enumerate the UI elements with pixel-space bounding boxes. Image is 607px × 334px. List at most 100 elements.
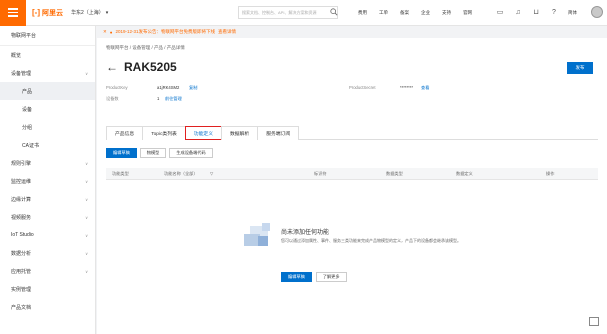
nav-official-site[interactable]: 官网 <box>463 10 472 16</box>
device-count-value: 1 <box>157 96 160 101</box>
sidebar-item-label: 视频服务 <box>11 214 32 221</box>
sidebar-item-label: 分组 <box>22 124 33 131</box>
feedback-icon[interactable] <box>589 317 599 326</box>
main-content: ✕ ● 2019-12-31发布公告：物联网平台免费版即将下线 查看详情 物联网… <box>97 26 607 334</box>
region-selector[interactable]: 华东2（上海） ▾ <box>71 9 108 17</box>
sidebar-item[interactable]: 产品文档 <box>0 298 95 316</box>
top-nav: 费用 工单 备案 企业 支持 官网 <box>358 0 472 26</box>
productkey-value: a1jRK4SM2 <box>157 85 180 90</box>
sidebar: 物联网平台 概览 设备管理 ∨ 产品 设备 分组 CA证书 规则引擎 ∨ 监控运维 ∨ 边缘计算 ∨ 视频… <box>0 26 96 334</box>
chevron-down-icon: ∨ <box>85 250 88 256</box>
sidebar-item-label: 设备 <box>22 106 33 113</box>
th-function-name: 功能名称（全部） <box>164 171 198 176</box>
sidebar-item[interactable]: 设备 <box>0 100 95 118</box>
sidebar-item-label: 概览 <box>11 52 22 59</box>
sidebar-item[interactable]: 视频服务 ∨ <box>0 208 95 226</box>
manage-link[interactable]: 前往管理 <box>165 96 182 102</box>
sidebar-item-label: 规则引擎 <box>11 160 32 167</box>
sidebar-item[interactable]: 概览 <box>0 46 95 64</box>
sidebar-item-label: 数据分析 <box>11 250 32 257</box>
chevron-down-icon: ∨ <box>85 214 88 220</box>
chevron-down-icon: ∨ <box>85 268 88 274</box>
sidebar-item[interactable]: 数据分析 ∨ <box>0 244 95 262</box>
copy-link[interactable]: 复制 <box>189 85 197 91</box>
aliyun-logo[interactable]: [-] 阿里云 <box>32 8 63 18</box>
sidebar-item[interactable]: 分组 <box>0 118 95 136</box>
sidebar-item[interactable]: 设备管理 ∨ <box>0 64 95 82</box>
sidebar-item-label: IoT Studio <box>11 232 34 238</box>
sidebar-item[interactable]: CA证书 <box>0 136 95 154</box>
sidebar-item[interactable]: 实例管理 <box>0 280 95 298</box>
generate-code-button[interactable]: 生成设备端代码 <box>169 148 213 158</box>
thing-model-button[interactable]: 物模型 <box>139 148 167 158</box>
empty-state-icon <box>244 223 270 246</box>
notice-dot-icon: ● <box>109 29 113 35</box>
language-selector[interactable]: 简体 <box>568 10 577 16</box>
bell-icon[interactable]: ♫ <box>514 9 522 17</box>
sidebar-title: 物联网平台 <box>0 26 95 46</box>
th-data-definition: 数据定义 <box>456 171 473 176</box>
notice-link[interactable]: 查看详情 <box>218 29 236 35</box>
sidebar-item-label: 设备管理 <box>11 70 32 77</box>
secret-value: ******** <box>400 85 414 90</box>
tab-server-subscription[interactable]: 服务端订阅 <box>257 126 300 140</box>
th-data-type: 数据类型 <box>386 171 403 176</box>
publish-button[interactable]: 发布 <box>567 62 593 74</box>
th-function-type: 功能类型 <box>112 171 129 176</box>
chevron-down-icon: ∨ <box>85 196 88 202</box>
logo-text: 阿里云 <box>42 9 63 17</box>
cart-icon[interactable]: ⊔ <box>532 9 540 17</box>
tab-product-info[interactable]: 产品信息 <box>106 126 144 140</box>
sidebar-item[interactable]: 监控运维 ∨ <box>0 172 95 190</box>
view-secret-link[interactable]: 查看 <box>421 85 429 91</box>
terminal-icon[interactable]: ▭ <box>496 9 504 17</box>
secret-label: ProductSecret <box>349 85 376 90</box>
sidebar-item[interactable]: 边缘计算 ∨ <box>0 190 95 208</box>
nav-tickets[interactable]: 工单 <box>379 10 388 16</box>
table-header: 功能类型 功能名称（全部） ▽ 标识符 数据类型 数据定义 操作 <box>106 168 598 180</box>
sidebar-item-label: 产品 <box>22 88 33 95</box>
empty-title: 尚未添加任何功能 <box>281 230 330 236</box>
sidebar-item[interactable]: IoT Studio ∨ <box>0 226 95 244</box>
avatar[interactable] <box>591 6 603 18</box>
title-row: ← RAK5205 <box>106 60 177 74</box>
th-identifier: 标识符 <box>314 171 327 176</box>
product-detail-panel: 物联网平台 / 设备管理 / 产品 / 产品详情 ← RAK5205 发布 Pr… <box>97 38 607 334</box>
productkey-label: ProductKey <box>106 85 128 90</box>
tab-topic-list[interactable]: Topic类列表 <box>142 126 186 140</box>
sidebar-item[interactable]: 应用托管 ∨ <box>0 262 95 280</box>
nav-fees[interactable]: 费用 <box>358 10 367 16</box>
nav-filing[interactable]: 备案 <box>400 10 409 16</box>
search-input[interactable]: 搜索文档、控制台、API、解决方案和资源 <box>238 6 338 19</box>
edit-draft-button[interactable]: 编辑草稿 <box>106 148 137 158</box>
sidebar-item-label: 监控运维 <box>11 178 32 185</box>
tab-bar: 产品信息 Topic类列表 功能定义 数据解析 服务端订阅 <box>106 126 598 140</box>
device-count-label: 设备数 <box>106 96 119 101</box>
learn-more-button[interactable]: 了解更多 <box>315 272 347 282</box>
page-title: RAK5205 <box>124 60 177 74</box>
sidebar-item-label: CA证书 <box>22 142 39 149</box>
tab-function-definition[interactable]: 功能定义 <box>184 126 222 140</box>
chevron-down-icon: ∨ <box>85 232 88 238</box>
search-placeholder: 搜索文档、控制台、API、解决方案和资源 <box>242 9 317 15</box>
close-icon[interactable]: ✕ <box>103 29 107 35</box>
back-arrow-icon[interactable]: ← <box>106 60 118 74</box>
aliyun-logo-icon: [-] <box>32 8 40 17</box>
th-actions: 操作 <box>546 171 555 176</box>
sidebar-item[interactable]: 规则引擎 ∨ <box>0 154 95 172</box>
notice-text: 2019-12-31发布公告：物联网平台免费版即将下线 <box>115 29 216 34</box>
tab-data-parsing[interactable]: 数据解析 <box>221 126 259 140</box>
nav-support[interactable]: 支持 <box>442 10 451 16</box>
hamburger-menu-button[interactable] <box>0 0 26 26</box>
help-icon[interactable]: ? <box>550 9 558 17</box>
chevron-down-icon: ∨ <box>85 160 88 166</box>
sidebar-item-label: 实例管理 <box>11 286 32 293</box>
breadcrumb: 物联网平台 / 设备管理 / 产品 / 产品详情 <box>106 45 185 50</box>
search-icon[interactable] <box>330 8 338 16</box>
empty-edit-draft-button[interactable]: 编辑草稿 <box>281 272 312 282</box>
nav-enterprise[interactable]: 企业 <box>421 10 430 16</box>
sidebar-item[interactable]: 产品 <box>0 82 95 100</box>
top-icons: ▭ ♫ ⊔ ? <box>496 0 558 26</box>
chevron-down-icon: ∨ <box>85 178 88 184</box>
filter-icon[interactable]: ▽ <box>210 171 213 176</box>
